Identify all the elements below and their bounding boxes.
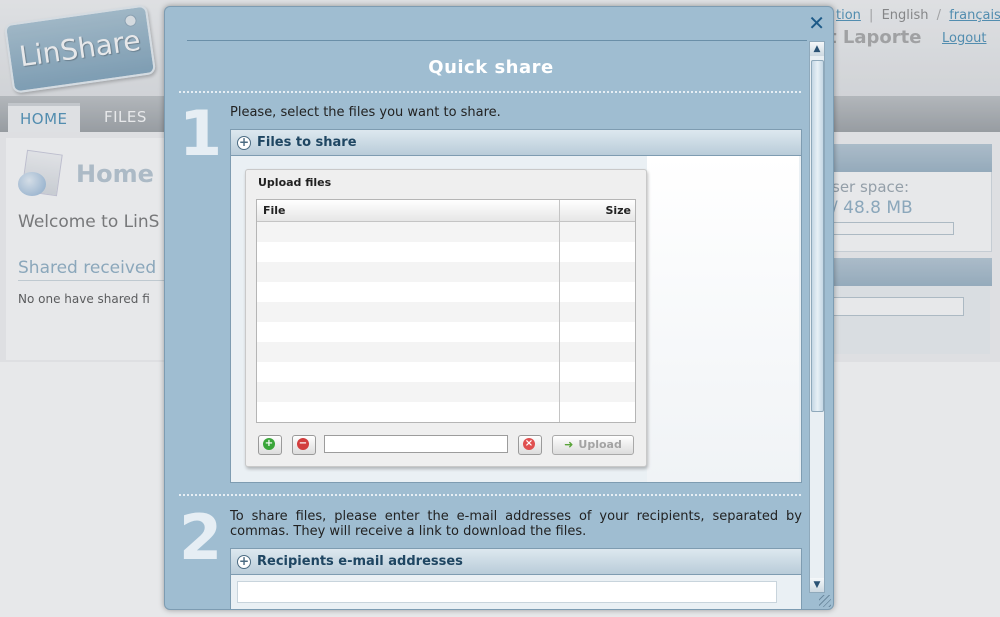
scroll-down-icon[interactable]: ▼ [810, 578, 824, 592]
file-grid-header: File Size [257, 200, 635, 222]
file-grid[interactable]: File Size [256, 199, 636, 423]
plus-icon: + [237, 553, 251, 569]
table-row [257, 342, 635, 362]
recipients-header[interactable]: + Recipients e-mail addresses [230, 548, 802, 575]
step2-divider [179, 494, 801, 496]
upload-panel: Upload files File Size + − × ➜ Upload [245, 169, 647, 467]
add-icon: + [263, 438, 275, 450]
modal-top-divider [187, 40, 807, 41]
scroll-thumb[interactable] [811, 60, 824, 412]
scroll-up-icon[interactable]: ▲ [810, 42, 824, 56]
modal-title: Quick share [428, 57, 554, 78]
table-row [257, 362, 635, 382]
recipients-label: Recipients e-mail addresses [257, 554, 463, 569]
close-icon[interactable]: ✕ [808, 13, 825, 33]
upload-button[interactable]: ➜ Upload [552, 435, 634, 455]
upload-button-label: Upload [578, 438, 622, 451]
resize-grip-icon[interactable] [819, 595, 831, 607]
files-to-share-header[interactable]: + Files to share [230, 129, 802, 156]
plus-icon: + [237, 134, 251, 150]
column-file[interactable]: File [263, 204, 286, 217]
remove-icon: − [297, 438, 309, 450]
step1-divider [179, 91, 801, 93]
add-file-button[interactable]: + [258, 435, 282, 455]
table-row [257, 302, 635, 322]
step2-number: 2 [179, 501, 223, 574]
table-row [257, 382, 635, 402]
table-row [257, 222, 635, 242]
selected-file-field[interactable] [324, 435, 508, 453]
files-to-share-label: Files to share [257, 135, 357, 150]
step1-number: 1 [179, 97, 223, 170]
step1-instruction: Please, select the files you want to sha… [230, 105, 501, 120]
table-row [257, 242, 635, 262]
upload-toolbar: + − × ➜ Upload [256, 433, 636, 457]
column-divider[interactable] [559, 200, 560, 422]
table-row [257, 262, 635, 282]
upload-panel-title: Upload files [258, 176, 332, 189]
table-row [257, 322, 635, 342]
files-to-share-body-fill [647, 156, 799, 482]
column-size[interactable]: Size [605, 204, 631, 217]
upload-arrow-icon: ➜ [564, 438, 574, 451]
table-row [257, 402, 635, 422]
step2-instruction: To share files, please enter the e-mail … [230, 509, 802, 539]
clear-icon: × [523, 438, 535, 450]
table-row [257, 282, 635, 302]
recipients-email-input[interactable] [237, 581, 777, 603]
modal-scrollbar[interactable]: ▲ ▼ [809, 41, 825, 593]
quick-share-modal: ✕ Quick share 1 Please, select the files… [164, 6, 834, 610]
remove-file-button[interactable]: − [292, 435, 316, 455]
clear-button[interactable]: × [518, 435, 542, 455]
